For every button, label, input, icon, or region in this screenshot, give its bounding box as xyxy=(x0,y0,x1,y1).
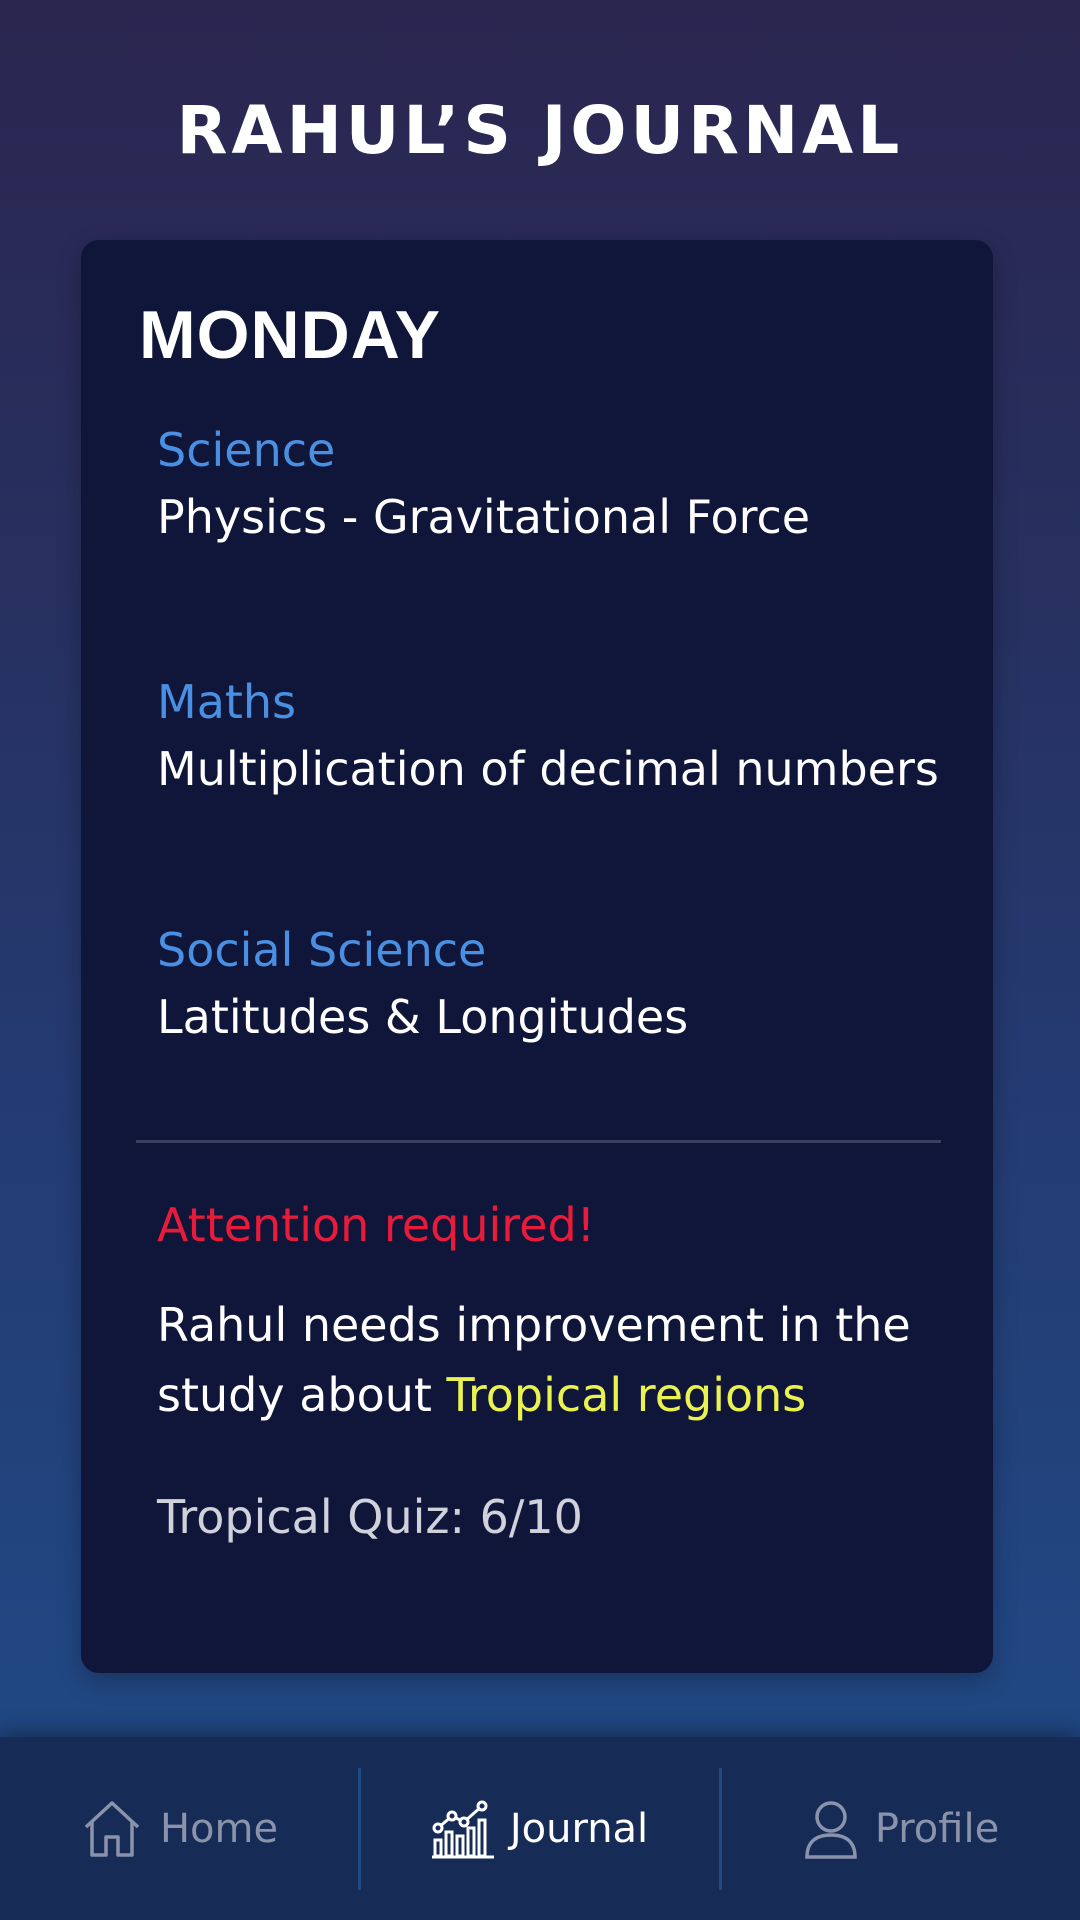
nav-item-home[interactable]: Home xyxy=(0,1737,358,1920)
page-title: RAHUL’S JOURNAL xyxy=(176,92,904,169)
subject-topic: Physics - Gravitational Force xyxy=(157,490,811,544)
subject-topic: Latitudes & Longitudes xyxy=(157,990,689,1044)
bottom-nav: Home Journal Profile xyxy=(0,1737,1080,1920)
divider xyxy=(136,1140,941,1143)
alert-highlight: Tropical regions xyxy=(446,1368,807,1422)
subject-topic: Multiplication of decimal numbers xyxy=(157,742,939,796)
home-icon xyxy=(80,1797,144,1861)
subject-entry-social-science: Social Science Latitudes & Longitudes xyxy=(157,920,957,1054)
quiz-score: Tropical Quiz: 6/10 xyxy=(157,1490,583,1544)
journal-card: MONDAY Science Physics - Gravitational F… xyxy=(81,240,993,1673)
chart-icon xyxy=(431,1798,494,1860)
nav-item-profile[interactable]: Profile xyxy=(722,1737,1080,1920)
subject-entry-maths: Maths Multiplication of decimal numbers xyxy=(157,672,957,806)
subject-entry-science: Science Physics - Gravitational Force xyxy=(157,420,957,554)
day-heading: MONDAY xyxy=(139,297,441,373)
alert-title: Attention required! xyxy=(157,1198,596,1252)
nav-label: Journal xyxy=(509,1805,649,1852)
subject-name: Maths xyxy=(157,675,297,729)
subject-name: Social Science xyxy=(157,923,487,977)
alert-message: Rahul needs improvement in the study abo… xyxy=(157,1290,937,1430)
nav-label: Profile xyxy=(874,1805,1000,1852)
user-icon xyxy=(803,1799,859,1859)
nav-label: Home xyxy=(159,1805,279,1852)
nav-item-journal[interactable]: Journal xyxy=(361,1737,719,1920)
subject-name: Science xyxy=(157,423,336,477)
